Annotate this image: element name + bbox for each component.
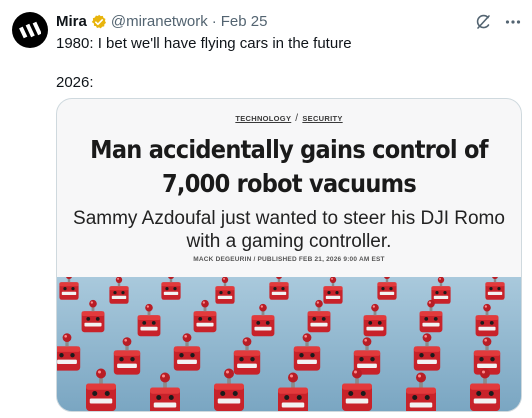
- article-breadcrumb: TECHNOLOGY / SECURITY: [57, 113, 521, 124]
- article-headline: Man accidentally gains control of 7,000 …: [90, 135, 488, 198]
- tweet-text-line: 2026:: [56, 74, 94, 91]
- category-link[interactable]: TECHNOLOGY: [235, 114, 291, 123]
- article-card[interactable]: TECHNOLOGY / SECURITY Man accidentally gai…: [56, 98, 522, 412]
- tweet-header: Mira @miranetwork · Feb 25: [56, 12, 472, 32]
- tweet[interactable]: Mira @miranetwork · Feb 25 1980: I bet w…: [0, 0, 532, 418]
- verified-gold-badge-icon: [91, 14, 106, 29]
- post-date[interactable]: Feb 25: [221, 12, 268, 32]
- tweet-actions: [474, 12, 522, 32]
- author-handle[interactable]: @miranetwork: [111, 12, 208, 32]
- avatar[interactable]: [12, 12, 48, 48]
- tweet-text-line: 1980: I bet we'll have flying cars in th…: [56, 35, 352, 52]
- header-separator: ·: [211, 13, 217, 30]
- author-name[interactable]: Mira: [56, 12, 87, 32]
- mira-logo-icon: [19, 21, 41, 39]
- breadcrumb-separator: /: [295, 113, 299, 124]
- robot-vacuums-photo: [57, 277, 521, 411]
- subcategory-link[interactable]: SECURITY: [302, 114, 342, 123]
- more-horizontal-icon[interactable]: [504, 13, 522, 31]
- article-subheadline: Sammy Azdoufal just wanted to steer his …: [73, 208, 505, 252]
- grok-icon[interactable]: [474, 13, 492, 31]
- article-byline: MACK DEGEURIN / PUBLISHED FEB 21, 2026 9…: [193, 256, 385, 263]
